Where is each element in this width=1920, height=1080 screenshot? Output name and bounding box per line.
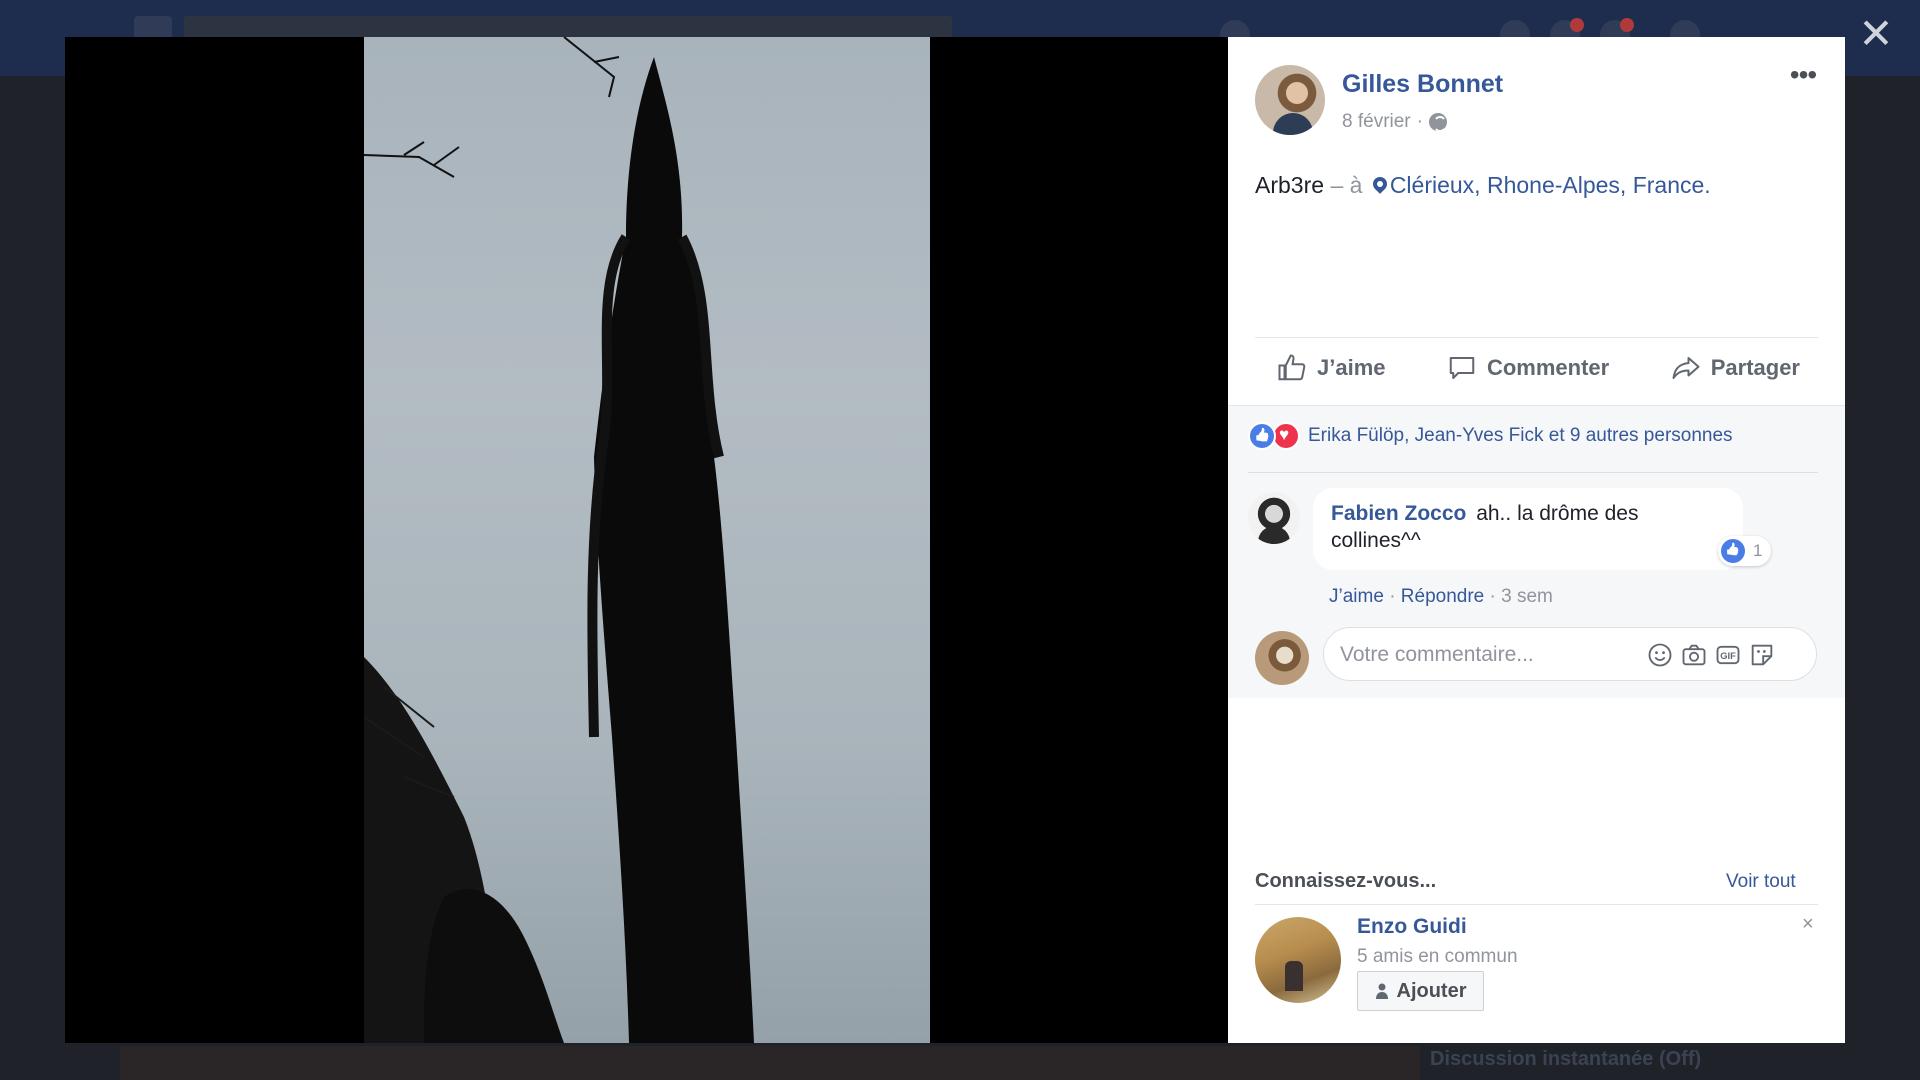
meta-separator: · bbox=[1416, 111, 1423, 132]
location-link[interactable]: Clérieux, Rhone-Alpes, France. bbox=[1390, 172, 1711, 198]
comment-composer[interactable]: GIF bbox=[1323, 627, 1817, 681]
divider bbox=[1255, 337, 1818, 338]
thumbs-up-icon bbox=[1278, 354, 1306, 381]
pymk-title: Connaissez-vous... bbox=[1255, 870, 1437, 892]
author-name[interactable]: Gilles Bonnet bbox=[1342, 70, 1503, 99]
comment-like-link[interactable]: J’aime bbox=[1329, 586, 1384, 607]
post-text: Arb3re – à Clérieux, Rhone-Alpes, France… bbox=[1255, 172, 1711, 199]
like-reaction-icon bbox=[1248, 422, 1276, 450]
photo-stage bbox=[65, 37, 1228, 1043]
location-pin-icon bbox=[1373, 177, 1387, 195]
comment-reply-link[interactable]: Répondre bbox=[1401, 586, 1484, 607]
comment-dot: · bbox=[1389, 586, 1396, 607]
current-user-avatar bbox=[1255, 631, 1309, 685]
post-caption: Arb3re bbox=[1255, 172, 1325, 198]
sticker-icon[interactable] bbox=[1748, 641, 1776, 669]
notification-badge bbox=[1620, 18, 1634, 32]
chat-bar-label: Discussion instantanée (Off) bbox=[1430, 1048, 1702, 1070]
post-actions: J’aime Commenter Partager bbox=[1255, 343, 1818, 393]
commenter-avatar[interactable] bbox=[1248, 492, 1300, 544]
reactions-summary[interactable]: Erika Fülöp, Jean-Yves Fick et 9 autres … bbox=[1248, 422, 1733, 450]
comment-bubble: Fabien Zocco ah.. la drôme des collines^… bbox=[1313, 488, 1743, 570]
background-photo-strip bbox=[120, 1046, 1420, 1080]
location-separator: – à bbox=[1330, 172, 1363, 198]
comment-input[interactable] bbox=[1340, 638, 1640, 672]
tree-silhouette bbox=[364, 37, 754, 1043]
pymk-name[interactable]: Enzo Guidi bbox=[1357, 915, 1467, 939]
comments-section: Erika Fülöp, Jean-Yves Fick et 9 autres … bbox=[1228, 405, 1845, 698]
comment-actions: J’aime · Répondre · 3 sem bbox=[1329, 586, 1553, 608]
divider bbox=[1248, 472, 1818, 473]
divider bbox=[1255, 904, 1818, 905]
add-friend-label: Ajouter bbox=[1396, 979, 1467, 1002]
notification-badge bbox=[1570, 18, 1584, 32]
comment-reaction-count[interactable]: 1 bbox=[1718, 536, 1772, 566]
comment-label: Commenter bbox=[1486, 355, 1610, 380]
add-friend-button[interactable]: Ajouter bbox=[1357, 971, 1484, 1011]
post-date[interactable]: 8 février bbox=[1342, 111, 1411, 133]
more-options-button[interactable]: ••• bbox=[1786, 61, 1820, 89]
comment-dot: · bbox=[1489, 586, 1496, 607]
like-button[interactable]: J’aime bbox=[1277, 353, 1386, 383]
dismiss-suggestion-button[interactable]: × bbox=[1802, 913, 1814, 936]
comment-bubble-icon bbox=[1449, 357, 1475, 379]
gif-icon[interactable]: GIF bbox=[1714, 641, 1742, 669]
love-reaction-icon bbox=[1272, 422, 1300, 450]
like-label: J’aime bbox=[1317, 355, 1386, 380]
author-avatar[interactable] bbox=[1255, 65, 1325, 135]
emoji-icon[interactable] bbox=[1646, 641, 1674, 669]
like-reaction-icon bbox=[1721, 539, 1745, 563]
pymk-avatar[interactable] bbox=[1255, 917, 1341, 1003]
share-label: Partager bbox=[1710, 355, 1800, 380]
pymk-mutual-friends[interactable]: 5 amis en commun bbox=[1357, 946, 1518, 968]
svg-text:GIF: GIF bbox=[1720, 651, 1736, 661]
comment-like-count: 1 bbox=[1753, 541, 1763, 560]
post-panel: Gilles Bonnet 8 février · ••• Arb3re – à… bbox=[1228, 37, 1845, 1043]
add-friend-icon bbox=[1375, 983, 1388, 999]
reactions-text[interactable]: Erika Fülöp, Jean-Yves Fick et 9 autres … bbox=[1308, 425, 1733, 447]
globe-icon[interactable] bbox=[1428, 113, 1447, 132]
comment-age[interactable]: 3 sem bbox=[1501, 586, 1553, 607]
share-button[interactable]: Partager bbox=[1671, 353, 1800, 383]
close-viewer-button[interactable]: ✕ bbox=[1858, 13, 1894, 55]
comment-button[interactable]: Commenter bbox=[1447, 353, 1609, 383]
commenter-name[interactable]: Fabien Zocco bbox=[1331, 502, 1466, 525]
camera-icon[interactable] bbox=[1680, 641, 1708, 669]
share-arrow-icon bbox=[1672, 357, 1700, 379]
post-meta: 8 février · bbox=[1342, 111, 1447, 133]
post-photo[interactable] bbox=[364, 37, 930, 1043]
pymk-see-all-link[interactable]: Voir tout bbox=[1726, 871, 1796, 893]
